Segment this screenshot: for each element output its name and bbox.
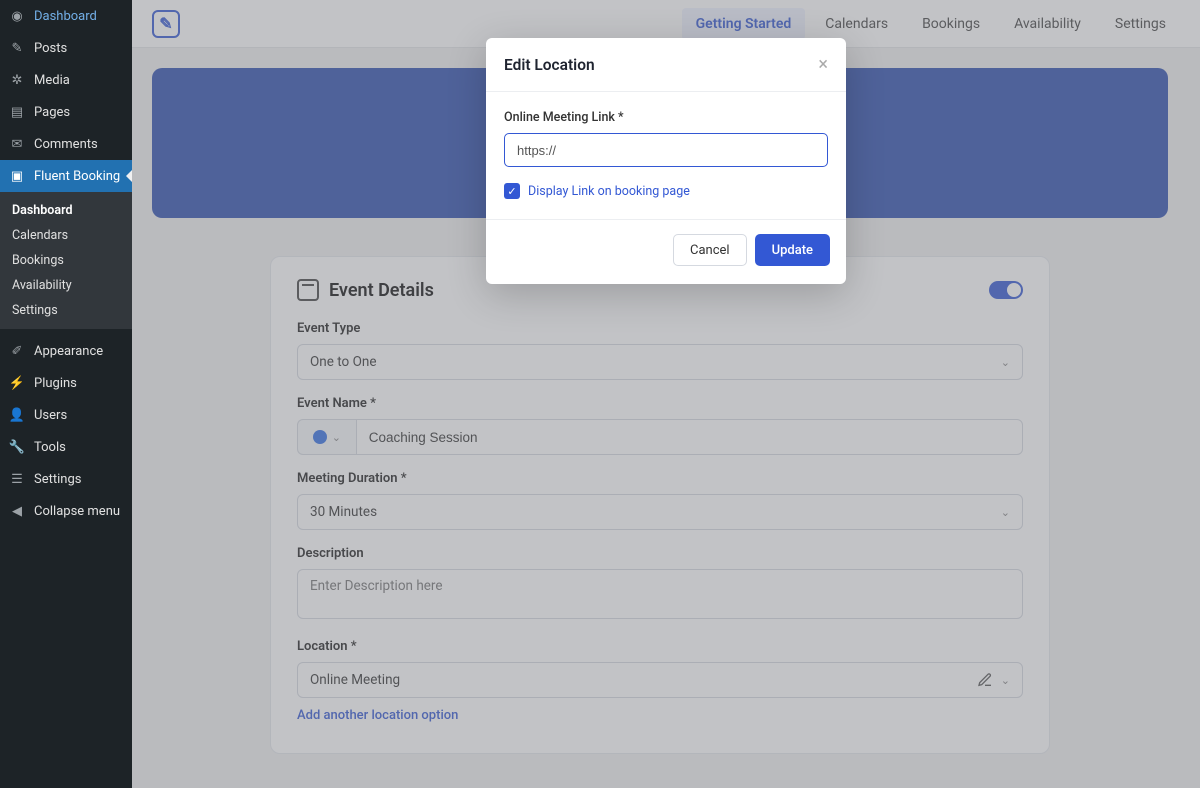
wp-menu-comments[interactable]: ✉Comments [0,128,132,160]
wp-menu-users[interactable]: 👤Users [0,399,132,431]
checkbox-label: Display Link on booking page [528,184,690,199]
user-icon: 👤 [8,406,26,424]
cancel-button[interactable]: Cancel [673,234,747,266]
collapse-icon: ◀ [8,502,26,520]
edit-location-modal: Edit Location × Online Meeting Link * ✓ … [486,38,846,284]
pin-icon: ✎ [8,39,26,57]
submenu-bookings[interactable]: Bookings [0,248,132,273]
sliders-icon: ☰ [8,470,26,488]
submenu-settings[interactable]: Settings [0,298,132,323]
brush-icon: ✐ [8,342,26,360]
wp-menu-pages[interactable]: ▤Pages [0,96,132,128]
wp-menu-tools[interactable]: 🔧Tools [0,431,132,463]
modal-title: Edit Location [504,56,595,74]
close-icon[interactable]: × [818,54,828,75]
modal-field-label: Online Meeting Link * [504,110,828,125]
wp-menu-fluent-booking[interactable]: ▣Fluent Booking [0,160,132,192]
wp-menu-collapse[interactable]: ◀Collapse menu [0,495,132,527]
update-button[interactable]: Update [755,234,830,266]
submenu-availability[interactable]: Availability [0,273,132,298]
wp-admin-sidebar: ◉Dashboard ✎Posts ✲Media ▤Pages ✉Comment… [0,0,132,788]
wp-menu-settings[interactable]: ☰Settings [0,463,132,495]
page-icon: ▤ [8,103,26,121]
wp-menu-posts[interactable]: ✎Posts [0,32,132,64]
display-link-checkbox[interactable]: ✓ [504,183,520,199]
submenu-calendars[interactable]: Calendars [0,223,132,248]
wp-menu-dashboard[interactable]: ◉Dashboard [0,0,132,32]
wp-menu-plugins[interactable]: ⚡Plugins [0,367,132,399]
gauge-icon: ◉ [8,7,26,25]
submenu-dashboard[interactable]: Dashboard [0,198,132,223]
wp-submenu: Dashboard Calendars Bookings Availabilit… [0,192,132,329]
plug-icon: ⚡ [8,374,26,392]
calendar-icon: ▣ [8,167,26,185]
wp-menu-media[interactable]: ✲Media [0,64,132,96]
meeting-link-input[interactable] [504,133,828,167]
wrench-icon: 🔧 [8,438,26,456]
modal-overlay[interactable]: Edit Location × Online Meeting Link * ✓ … [132,0,1200,788]
wp-menu-appearance[interactable]: ✐Appearance [0,335,132,367]
media-icon: ✲ [8,71,26,89]
comment-icon: ✉ [8,135,26,153]
main-panel: ✎ Getting Started Calendars Bookings Ava… [132,0,1200,788]
